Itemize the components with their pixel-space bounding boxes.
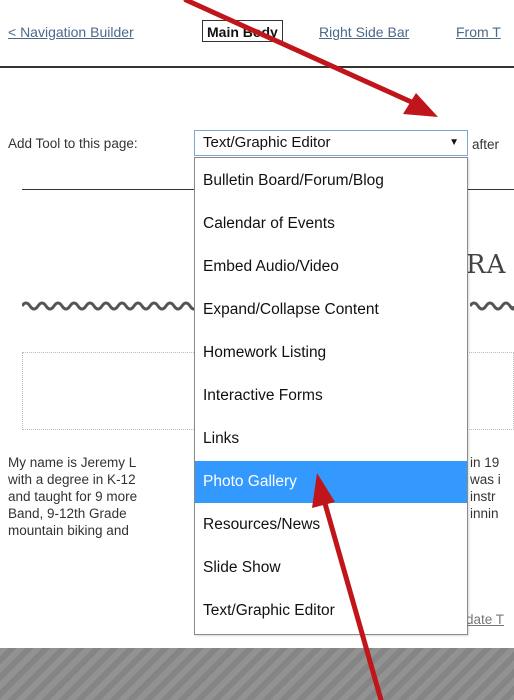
annotation-arrows bbox=[183, 0, 438, 700]
annotation-arrow-bottom bbox=[312, 473, 384, 700]
annotation-arrow-top bbox=[183, 0, 438, 117]
